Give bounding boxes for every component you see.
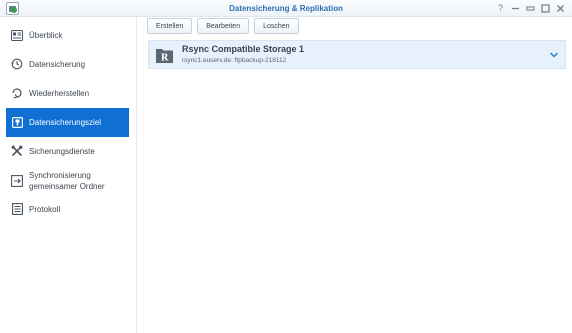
toolbar: Erstellen Bearbeiten Loschen — [147, 18, 299, 34]
folder-r-icon: R — [156, 47, 173, 64]
help-icon[interactable]: ? — [493, 2, 508, 15]
svg-text:R: R — [161, 54, 169, 64]
sidebar-item-label: Protokoll — [29, 204, 61, 214]
sidebar-item-label: Datensicherungsziel — [29, 118, 102, 127]
target-detail: rsync1.euserv.de: ftpbackup-218112 — [182, 57, 287, 64]
chevron-down-icon[interactable] — [549, 50, 559, 60]
window-titlebar[interactable]: Datensicherung & Replikation ? — [0, 0, 572, 17]
sidebar-item-label: Synchronisierung gemeinsamer Ordner — [29, 171, 105, 191]
overview-icon — [11, 29, 23, 41]
sidebar-item-restore[interactable]: Wiederherstellen — [6, 85, 129, 101]
sidebar: Überblick Datensicherung Wiederherstelle… — [0, 17, 137, 333]
maximize-icon[interactable] — [538, 2, 553, 15]
close-icon[interactable] — [553, 2, 568, 15]
backup-target-item[interactable]: R Rsync Compatible Storage 1 rsync1.euse… — [148, 40, 566, 69]
target-icon — [11, 117, 23, 129]
delete-button[interactable]: Loschen — [254, 18, 299, 34]
sidebar-item-backup-target[interactable]: Datensicherungsziel — [6, 108, 129, 137]
window-controls: ? — [493, 2, 568, 15]
log-icon — [11, 203, 23, 215]
edit-button[interactable]: Bearbeiten — [197, 18, 250, 34]
sidebar-item-backup[interactable]: Datensicherung — [6, 56, 129, 72]
sync-icon — [11, 175, 23, 187]
restore-icon — [11, 87, 23, 99]
sidebar-item-overview[interactable]: Überblick — [6, 27, 129, 43]
sidebar-item-shared-folder-sync[interactable]: Synchronisierung gemeinsamer Ordner — [6, 168, 129, 194]
sidebar-item-label: Überblick — [29, 30, 63, 40]
sidebar-item-label: Wiederherstellen — [29, 88, 90, 98]
pin-icon[interactable] — [508, 2, 523, 15]
sidebar-item-log[interactable]: Protokoll — [6, 201, 129, 217]
sidebar-item-label: Datensicherung — [29, 59, 86, 69]
target-name: Rsync Compatible Storage 1 — [182, 44, 305, 54]
window-title: Datensicherung & Replikation — [229, 4, 343, 13]
create-button[interactable]: Erstellen — [147, 18, 193, 34]
minimize-icon[interactable] — [523, 2, 538, 15]
sidebar-item-label: Sicherungsdienste — [29, 146, 95, 156]
sidebar-item-services[interactable]: Sicherungsdienste — [6, 143, 129, 159]
history-icon — [11, 58, 23, 70]
tools-icon — [11, 145, 23, 157]
